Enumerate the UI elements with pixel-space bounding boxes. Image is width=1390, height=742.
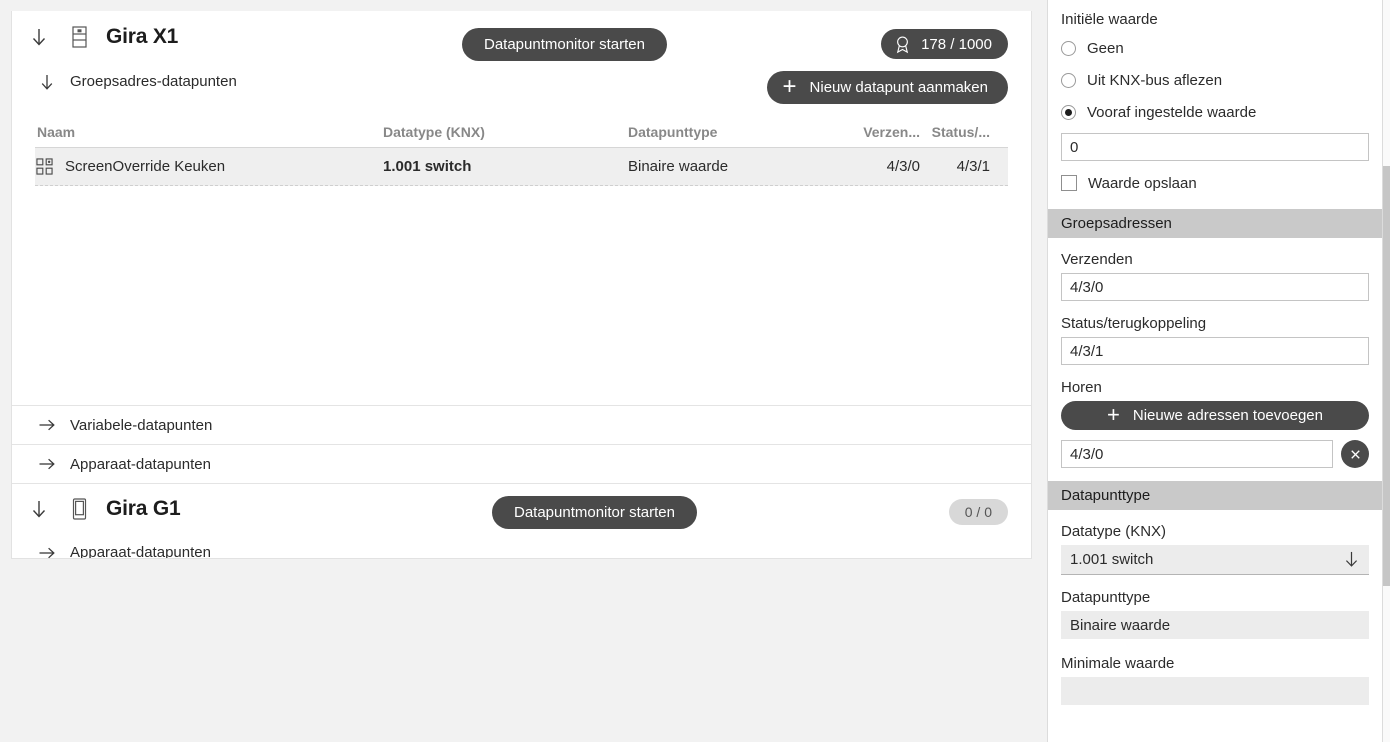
add-new-addresses-label: Nieuwe adressen toevoegen <box>1132 407 1323 424</box>
checkbox-icon <box>1061 175 1077 191</box>
horen-address-input[interactable] <box>1061 440 1333 468</box>
radio-label: Uit KNX-bus aflezen <box>1087 71 1223 89</box>
group-row-apparaat-datapunten-g1[interactable]: Apparaat-datapunten <box>12 533 1031 559</box>
label-status-terugkoppeling: Status/terugkoppeling <box>1061 315 1207 332</box>
initial-value-input[interactable] <box>1061 133 1369 161</box>
datapoint-counter-badge-g1: 0 / 0 <box>948 499 1008 525</box>
scrollbar-track[interactable] <box>1383 0 1390 742</box>
checkbox-label: Waarde opslaan <box>1088 174 1197 192</box>
cell-status: 4/3/1 <box>956 158 990 175</box>
datapunttype-value: Binaire waarde <box>1061 611 1369 639</box>
datapoint-counter-value-x1: 178 / 1000 <box>921 35 992 53</box>
add-new-addresses-button[interactable]: + Nieuwe adressen toevoegen <box>1061 401 1369 430</box>
collapse-arrow-down-icon[interactable] <box>24 494 54 524</box>
radio-icon <box>1061 40 1076 56</box>
close-circle-icon[interactable] <box>1341 440 1369 468</box>
listen-address-row <box>1061 440 1369 468</box>
initial-value-heading: Initiële waarde <box>1061 11 1158 28</box>
arrow-right-icon <box>36 414 58 436</box>
device-title-x1: Gira X1 <box>106 24 179 48</box>
start-datapoint-monitor-button-g1[interactable]: Datapuntmonitor starten <box>492 496 697 529</box>
label-horen: Horen <box>1061 379 1102 396</box>
cell-verzenden: 4/3/0 <box>886 158 920 175</box>
datapoint-counter-value-g1: 0 / 0 <box>964 504 992 520</box>
radio-option-vooraf-ingestelde-waarde[interactable]: Vooraf ingestelde waarde <box>1061 96 1369 128</box>
radio-label: Vooraf ingestelde waarde <box>1087 103 1257 121</box>
new-datapoint-label: Nieuw datapunt aanmaken <box>809 79 988 96</box>
datatype-knx-value: 1.001 switch <box>1070 551 1154 568</box>
table-row[interactable]: ScreenOverride Keuken 1.001 switch Binai… <box>35 148 1008 186</box>
arrow-down-icon <box>36 71 58 93</box>
group-label: Apparaat-datapunten <box>70 455 211 473</box>
section-initial-value: Initiële waarde Geen Uit KNX-bus aflezen… <box>1048 0 1382 199</box>
column-header-datapunttype: Datapunttype <box>628 124 718 140</box>
tablet-device-icon <box>66 496 92 522</box>
plus-icon: + <box>1107 401 1120 427</box>
radio-icon-selected <box>1061 104 1076 120</box>
checkbox-waarde-opslaan[interactable]: Waarde opslaan <box>1061 167 1369 199</box>
group-label: Variabele-datapunten <box>70 416 213 434</box>
datapoints-table: Naam Datatype (KNX) Datapunttype Verzen.… <box>12 117 1031 186</box>
label-minimale-waarde: Minimale waarde <box>1061 655 1175 672</box>
award-ribbon-icon <box>893 35 912 54</box>
radio-icon <box>1061 72 1076 88</box>
section-group-addresses: Verzenden Status/terugkoppeling Horen + … <box>1048 238 1382 468</box>
datapoint-grid-icon <box>36 158 53 175</box>
section-header-groepsadressen: Groepsadressen <box>1048 209 1382 238</box>
start-datapoint-monitor-button-x1[interactable]: Datapuntmonitor starten <box>462 28 667 61</box>
column-header-datatype: Datatype (KNX) <box>383 124 485 140</box>
plus-icon: + <box>782 72 797 100</box>
status-terugkoppeling-input[interactable] <box>1061 337 1369 365</box>
group-row-variabele-datapunten[interactable]: Variabele-datapunten <box>12 405 1031 444</box>
column-header-status: Status/... <box>931 124 990 140</box>
cell-naam-text: ScreenOverride Keuken <box>65 158 226 175</box>
properties-sidebar: Initiële waarde Geen Uit KNX-bus aflezen… <box>1047 0 1383 742</box>
label-datatype-knx: Datatype (KNX) <box>1061 523 1167 540</box>
datapoint-counter-badge-x1: 178 / 1000 <box>881 29 1008 59</box>
collapse-arrow-down-icon[interactable] <box>24 22 54 52</box>
cell-datatype: 1.001 switch <box>383 158 472 175</box>
cell-naam: ScreenOverride Keuken <box>35 158 383 175</box>
group-label: Groepsadres-datapunten <box>70 73 237 90</box>
datapoints-panel: Gira X1 Datapuntmonitor starten 178 / 10… <box>11 11 1032 559</box>
verzenden-input[interactable] <box>1061 273 1369 301</box>
group-row-apparaat-datapunten-x1[interactable]: Apparaat-datapunten <box>12 444 1031 483</box>
scrollbar-thumb[interactable] <box>1383 166 1390 586</box>
arrow-right-icon <box>36 453 58 475</box>
label-verzenden: Verzenden <box>1061 251 1133 268</box>
radio-option-uit-knx-bus-aflezen[interactable]: Uit KNX-bus aflezen <box>1061 64 1369 96</box>
new-datapoint-button[interactable]: + Nieuw datapunt aanmaken <box>766 71 1008 104</box>
arrow-right-icon <box>36 542 58 559</box>
table-empty-space <box>12 186 1031 405</box>
section-header-datapunttype: Datapunttype <box>1048 481 1382 510</box>
arrow-down-icon <box>1343 550 1360 569</box>
column-header-naam: Naam <box>37 124 76 140</box>
radio-label: Geen <box>1087 39 1124 57</box>
radio-option-geen[interactable]: Geen <box>1061 32 1369 64</box>
section-datapoint-type: Datatype (KNX) 1.001 switch Datapunttype… <box>1048 510 1382 705</box>
minimale-waarde-value[interactable] <box>1061 677 1369 705</box>
din-rail-device-icon <box>66 24 92 50</box>
cell-datapunttype: Binaire waarde <box>628 158 729 175</box>
column-header-verzenden: Verzen... <box>863 124 920 140</box>
device-title-g1: Gira G1 <box>106 496 181 520</box>
datatype-knx-select[interactable]: 1.001 switch <box>1061 545 1369 575</box>
app-root: Gira X1 Datapuntmonitor starten 178 / 10… <box>0 0 1390 742</box>
table-header-row: Naam Datatype (KNX) Datapunttype Verzen.… <box>35 117 1008 148</box>
group-label: Apparaat-datapunten <box>70 544 211 559</box>
label-datapunttype: Datapunttype <box>1061 589 1151 606</box>
